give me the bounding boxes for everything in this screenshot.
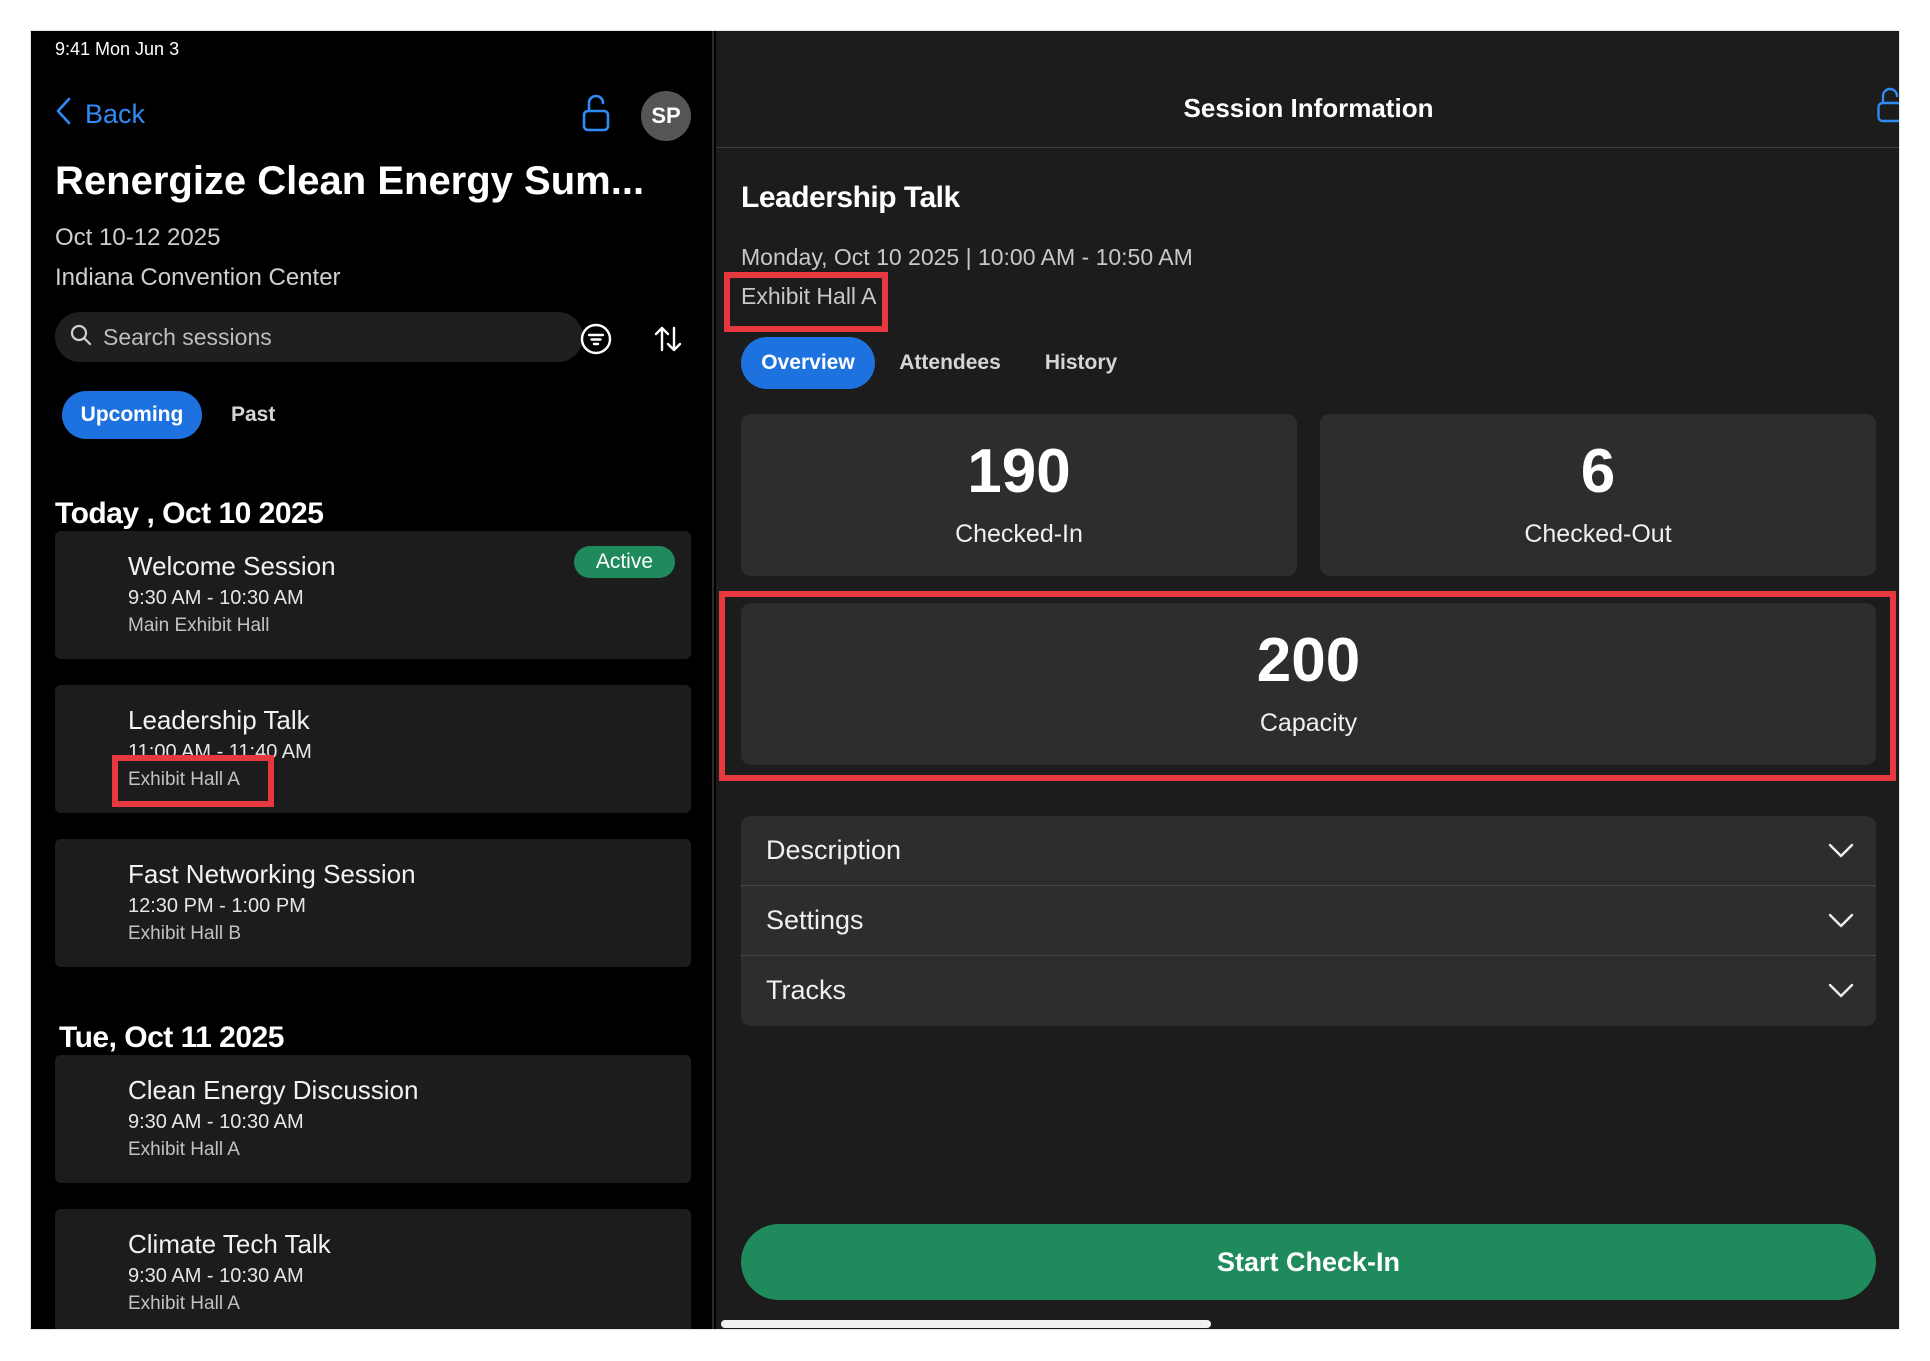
session-time: 9:30 AM - 10:30 AM	[128, 587, 304, 609]
section-label: Description	[766, 835, 902, 865]
session-detail-datetime: Monday, Oct 10 2025 | 10:00 AM - 10:50 A…	[741, 244, 1193, 270]
back-button[interactable]: Back	[55, 97, 145, 132]
status-badge: Active	[573, 546, 675, 578]
checked-in-label: Checked-In	[955, 520, 1083, 548]
search-bar[interactable]	[55, 312, 583, 362]
event-title: Renergize Clean Energy Sum...	[55, 159, 645, 203]
session-time: 11:00 AM - 11:40 AM	[128, 741, 312, 763]
session-title: Welcome Session	[128, 551, 336, 581]
section-description[interactable]: Description	[741, 816, 1876, 885]
unlock-icon[interactable]	[1876, 86, 1899, 129]
capacity-count: 200	[1256, 626, 1361, 695]
session-time: 9:30 AM - 10:30 AM	[128, 1111, 304, 1133]
session-card-fast-networking[interactable]: Fast Networking Session 12:30 PM - 1:00 …	[55, 839, 691, 967]
chevron-down-icon	[1828, 838, 1854, 869]
stat-card-checked-in: 190 Checked-In	[741, 414, 1297, 576]
session-card-climate-tech-talk[interactable]: Climate Tech Talk 9:30 AM - 10:30 AM Exh…	[55, 1209, 691, 1329]
capacity-label: Capacity	[1259, 709, 1358, 737]
status-bar-time: 9:41 Mon Jun 3	[55, 39, 180, 59]
sort-icon[interactable]	[651, 322, 685, 361]
detail-header-title: Session Information	[1183, 93, 1434, 123]
session-room: Exhibit Hall A	[128, 1293, 240, 1314]
session-time: 9:30 AM - 10:30 AM	[128, 1265, 304, 1287]
search-icon	[69, 323, 93, 352]
chevron-left-icon	[55, 97, 85, 132]
unlock-icon[interactable]	[581, 93, 611, 138]
chevron-down-icon	[1828, 978, 1854, 1009]
session-room: Exhibit Hall A	[128, 769, 240, 790]
event-dates: Oct 10-12 2025	[55, 224, 221, 251]
session-card-clean-energy-discussion[interactable]: Clean Energy Discussion 9:30 AM - 10:30 …	[55, 1055, 691, 1183]
back-label: Back	[85, 99, 146, 129]
tab-overview[interactable]: Overview	[741, 337, 875, 389]
session-detail-title: Leadership Talk	[741, 181, 960, 214]
session-sections-accordion: Description Settings Tracks	[741, 816, 1876, 1026]
session-detail-room: Exhibit Hall A	[741, 283, 877, 309]
session-time: 12:30 PM - 1:00 PM	[128, 895, 306, 917]
ipad-screen: 9:41 Mon Jun 3 Back SP Renergize Clean E…	[30, 30, 1900, 1330]
filter-icon[interactable]	[579, 322, 613, 361]
session-room: Exhibit Hall A	[128, 1139, 240, 1160]
session-title: Climate Tech Talk	[128, 1229, 331, 1259]
session-detail-pane: Session Information Leadership Talk Mond…	[716, 31, 1899, 1329]
session-title: Clean Energy Discussion	[128, 1075, 419, 1105]
home-indicator[interactable]	[721, 1320, 1211, 1328]
sessions-sidebar: 9:41 Mon Jun 3 Back SP Renergize Clean E…	[31, 31, 714, 1329]
section-tracks[interactable]: Tracks	[741, 956, 1876, 1025]
stat-card-checked-out: 6 Checked-Out	[1320, 414, 1876, 576]
checked-in-count: 190	[967, 437, 1071, 506]
session-room: Exhibit Hall B	[128, 923, 241, 944]
session-card-leadership-talk[interactable]: Leadership Talk 11:00 AM - 11:40 AM Exhi…	[55, 685, 691, 813]
chevron-down-icon	[1828, 908, 1854, 939]
tab-history[interactable]: History	[1026, 337, 1136, 389]
section-label: Tracks	[766, 975, 846, 1005]
detail-header: Session Information	[716, 31, 1899, 148]
search-input[interactable]	[103, 323, 543, 351]
day-header: Tue, Oct 11 2025	[59, 1021, 284, 1054]
event-venue: Indiana Convention Center	[55, 264, 341, 291]
stat-card-capacity: 200 Capacity	[741, 603, 1876, 765]
avatar[interactable]: SP	[641, 91, 691, 141]
section-label: Settings	[766, 905, 864, 935]
start-check-in-button[interactable]: Start Check-In	[741, 1224, 1876, 1300]
tab-attendees[interactable]: Attendees	[886, 337, 1014, 389]
session-card-welcome-session[interactable]: Welcome Session 9:30 AM - 10:30 AM Main …	[55, 531, 691, 659]
session-room: Main Exhibit Hall	[128, 615, 270, 636]
section-settings[interactable]: Settings	[741, 886, 1876, 955]
tab-upcoming[interactable]: Upcoming	[62, 391, 202, 439]
session-title: Fast Networking Session	[128, 859, 416, 889]
day-header: Today , Oct 10 2025	[55, 497, 324, 530]
checked-out-label: Checked-Out	[1524, 520, 1672, 548]
tab-past[interactable]: Past	[231, 391, 275, 439]
screenshot-frame: 9:41 Mon Jun 3 Back SP Renergize Clean E…	[0, 0, 1930, 1361]
session-title: Leadership Talk	[128, 705, 310, 735]
checked-out-count: 6	[1580, 437, 1616, 506]
